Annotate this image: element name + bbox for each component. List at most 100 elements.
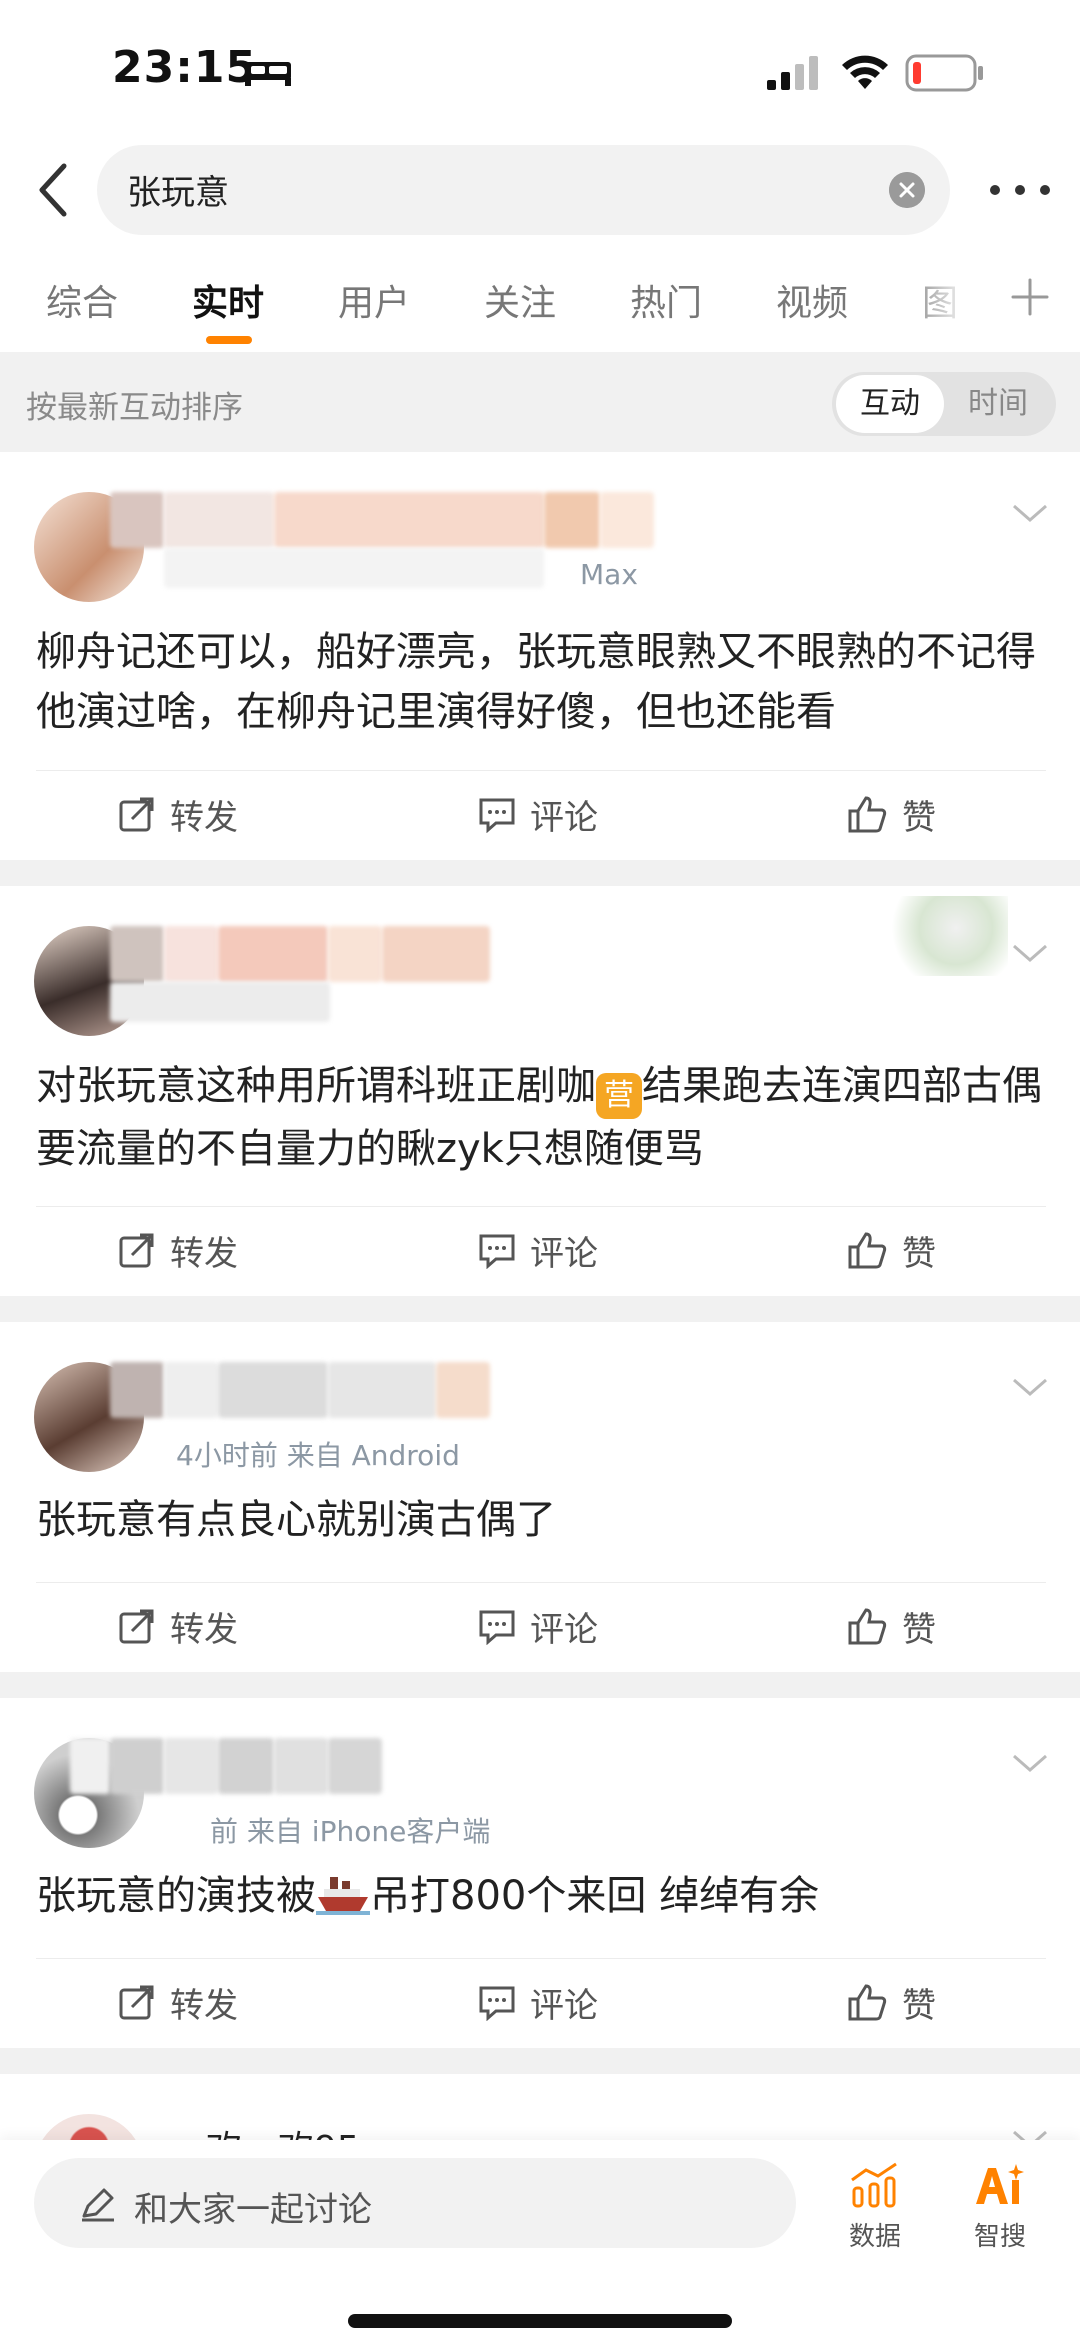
search-header: 张玩意 — [0, 140, 1080, 240]
battery-icon — [905, 54, 983, 92]
comment-button[interactable]: 评论 — [478, 1972, 598, 2032]
comment-button[interactable]: 评论 — [478, 1596, 598, 1656]
divider — [36, 1958, 1046, 1959]
sort-option-interaction[interactable]: 互动 — [836, 375, 944, 433]
tab-realtime[interactable]: 实时 — [192, 274, 264, 326]
data-button[interactable]: 数据 — [830, 2160, 920, 2253]
clear-icon[interactable] — [889, 172, 925, 208]
repost-icon — [119, 1985, 154, 2020]
post-separator — [0, 2048, 1080, 2074]
like-button[interactable]: 赞 — [848, 1596, 936, 1656]
comment-button[interactable]: 评论 — [478, 784, 598, 844]
post-text: 张玩意的演技被 吊打800个来回 绰绰有余 — [36, 1866, 1046, 1926]
repost-button[interactable]: 转发 — [118, 784, 238, 844]
comment-icon — [479, 1986, 515, 2021]
like-button[interactable]: 赞 — [848, 784, 936, 844]
post-text: 张玩意有点良心就别演古偶了 — [36, 1497, 556, 1543]
repost-label: 转发 — [170, 1233, 238, 1274]
active-tab-indicator — [206, 336, 252, 344]
comment-icon — [479, 798, 515, 833]
chevron-down-icon[interactable] — [1010, 940, 1050, 966]
divider — [36, 1206, 1046, 1207]
sort-label: 按最新互动排序 — [26, 390, 243, 426]
post-text-part: 对张玩意这种用所谓科班正剧咖 — [36, 1063, 596, 1109]
repost-button[interactable]: 转发 — [118, 1220, 238, 1280]
data-label: 数据 — [848, 2222, 901, 2252]
post-card[interactable]: 4小时前 来自 Android 张玩意有点良心就别演古偶了 转发 评论 赞 — [0, 1322, 1080, 1672]
thumbs-up-icon — [848, 1608, 887, 1645]
repost-icon — [119, 797, 154, 832]
chevron-down-icon[interactable] — [1010, 1750, 1050, 1776]
post-card[interactable]: 前 来自 iPhone客户端 张玩意的演技被 吊打800个来回 绰绰有余 转发 评… — [0, 1698, 1080, 2048]
comment-icon — [479, 1234, 515, 1269]
comment-label: 评论 — [530, 1233, 598, 1274]
thumbs-up-icon — [848, 1984, 887, 2021]
tab-following[interactable]: 关注 — [484, 274, 556, 326]
data-chart-icon — [851, 2162, 897, 2208]
tab-comprehensive[interactable]: 综合 — [46, 274, 118, 326]
more-icon[interactable] — [985, 170, 1055, 210]
post-card[interactable]: 一欢一欢95 — [0, 2074, 1080, 2144]
post-meta: 4小时前 来自 Android — [176, 1439, 460, 1472]
post-separator — [0, 860, 1080, 886]
tab-users[interactable]: 用户 — [338, 274, 410, 326]
post-text-part: 张玩意的演技被 — [36, 1873, 316, 1919]
status-time: 23:15 — [112, 42, 258, 93]
chevron-down-icon[interactable] — [1010, 500, 1050, 526]
post-meta: Max — [580, 558, 638, 591]
repost-button[interactable]: 转发 — [118, 1972, 238, 2032]
tab-hot[interactable]: 热门 — [630, 274, 702, 326]
sort-bar: 按最新互动排序 互动 时间 — [0, 352, 1080, 452]
ai-icon — [976, 2164, 1024, 2204]
post-text-part: 吊打800个来回 绰绰有余 — [370, 1873, 820, 1919]
comment-label: 评论 — [530, 1985, 598, 2026]
like-label: 赞 — [902, 1985, 936, 2026]
ship-icon — [316, 1877, 370, 1915]
repost-label: 转发 — [170, 797, 238, 838]
edit-icon — [82, 2188, 114, 2222]
ai-label: 智搜 — [973, 2222, 1026, 2252]
divider — [36, 770, 1046, 771]
comment-icon — [479, 1610, 515, 1645]
comment-button[interactable]: 评论 — [478, 1220, 598, 1280]
tab-bar: 综合 实时 用户 关注 热门 视频 图 — [0, 260, 1080, 350]
discuss-input[interactable]: 和大家一起讨论 — [34, 2158, 796, 2248]
like-button[interactable]: 赞 — [848, 1220, 936, 1280]
like-button[interactable]: 赞 — [848, 1972, 936, 2032]
repost-label: 转发 — [170, 1985, 238, 2026]
repost-icon — [119, 1609, 154, 1644]
post-card[interactable]: 对张玩意这种用所谓科班正剧咖营结果跑去连演四部古偶要流量的不自量力的瞅zyk只想… — [0, 886, 1080, 1296]
sort-option-time[interactable]: 时间 — [944, 372, 1052, 436]
tab-video[interactable]: 视频 — [776, 274, 848, 326]
post-text: 对张玩意这种用所谓科班正剧咖营结果跑去连演四部古偶要流量的不自量力的瞅zyk只想… — [36, 1056, 1046, 1179]
repost-label: 转发 — [170, 1609, 238, 1650]
chevron-down-icon[interactable] — [1010, 1374, 1050, 1400]
comment-label: 评论 — [530, 797, 598, 838]
plus-icon[interactable] — [1005, 272, 1055, 322]
bed-icon — [245, 62, 291, 86]
search-input[interactable]: 张玩意 — [97, 145, 950, 235]
sort-toggle: 互动 时间 — [832, 372, 1056, 436]
home-indicator[interactable] — [348, 2314, 732, 2328]
post-card[interactable]: Max 柳舟记还可以，船好漂亮，张玩意眼熟又不眼熟的不记得他演过啥，在柳舟记里演… — [0, 452, 1080, 860]
post-separator — [0, 1672, 1080, 1698]
decoration-sticker — [878, 896, 1008, 976]
back-icon[interactable] — [28, 158, 78, 222]
discuss-placeholder: 和大家一起讨论 — [134, 2190, 372, 2230]
like-label: 赞 — [902, 797, 936, 838]
wifi-icon — [842, 55, 888, 89]
divider — [36, 1582, 1046, 1583]
tab-fade — [900, 260, 1000, 340]
comment-label: 评论 — [530, 1609, 598, 1650]
ai-search-button[interactable]: 智搜 — [955, 2160, 1045, 2253]
thumbs-up-icon — [848, 796, 887, 833]
like-label: 赞 — [902, 1609, 936, 1650]
post-meta: 前 来自 iPhone客户端 — [210, 1815, 491, 1848]
ying-emoji-icon: 营 — [596, 1073, 642, 1119]
post-text: 柳舟记还可以，船好漂亮，张玩意眼熟又不眼熟的不记得他演过啥，在柳舟记里演得好傻，… — [36, 629, 1036, 735]
repost-button[interactable]: 转发 — [118, 1596, 238, 1656]
signal-icon — [767, 56, 818, 90]
thumbs-up-icon — [848, 1232, 887, 1269]
status-bar: 23:15 — [0, 0, 1080, 140]
repost-icon — [119, 1233, 154, 1268]
